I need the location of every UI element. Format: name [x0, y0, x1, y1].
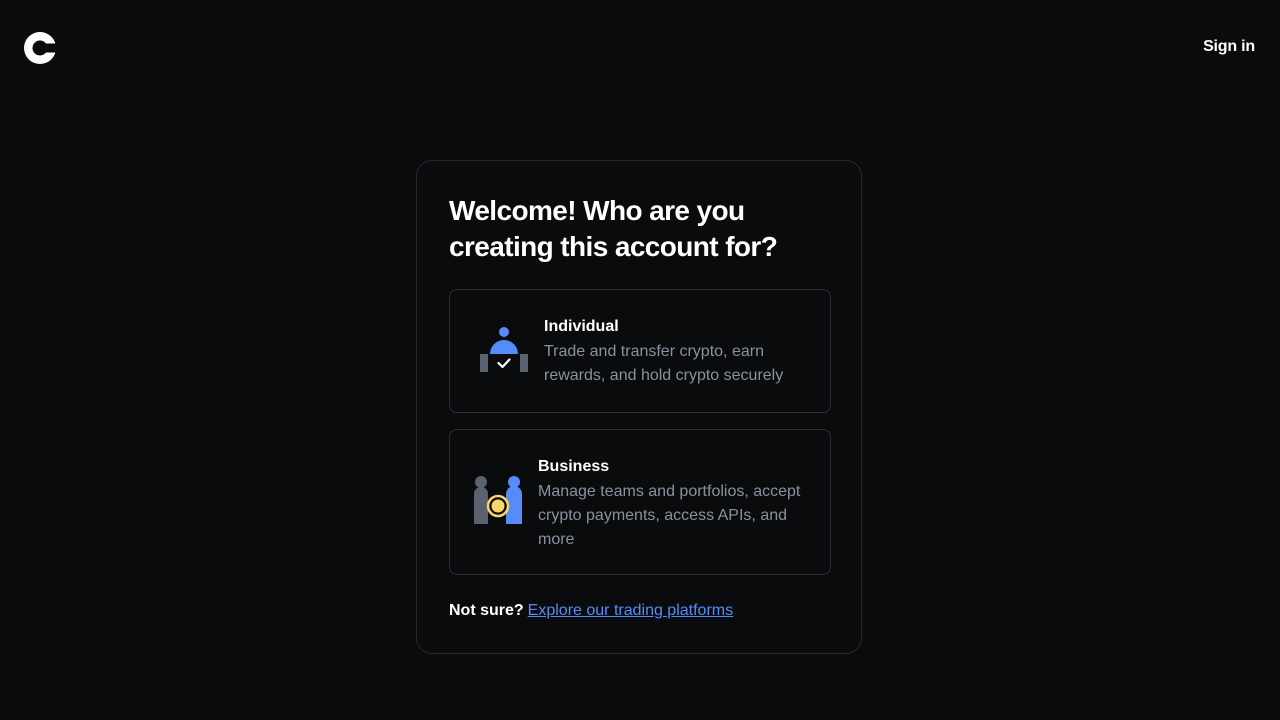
business-option-description: Manage teams and portfolios, accept cryp… [538, 483, 801, 548]
individual-person-icon [480, 327, 528, 372]
not-sure-footer: Not sure? Explore our trading platforms [449, 599, 733, 623]
top-header: Sign in [0, 0, 1280, 96]
explore-trading-platforms-link[interactable]: Explore our trading platforms [528, 602, 733, 619]
individual-option-text: Individual Trade and transfer crypto, ea… [544, 316, 814, 388]
account-type-card: Welcome! Who are you creating this accou… [416, 160, 862, 654]
business-people-icon [474, 476, 522, 524]
individual-option-description: Trade and transfer crypto, earn rewards,… [544, 343, 784, 384]
not-sure-label: Not sure? [449, 602, 524, 619]
individual-option-title: Individual [544, 318, 619, 335]
business-option-title: Business [538, 458, 610, 475]
page-title: Welcome! Who are you creating this accou… [449, 195, 778, 262]
business-option[interactable]: Business Manage teams and portfolios, ac… [449, 429, 831, 575]
business-option-text: Business Manage teams and portfolios, ac… [538, 456, 808, 552]
sign-in-link[interactable]: Sign in [1203, 38, 1255, 56]
individual-option[interactable]: Individual Trade and transfer crypto, ea… [449, 289, 831, 413]
coinbase-logo-icon[interactable] [24, 32, 56, 64]
